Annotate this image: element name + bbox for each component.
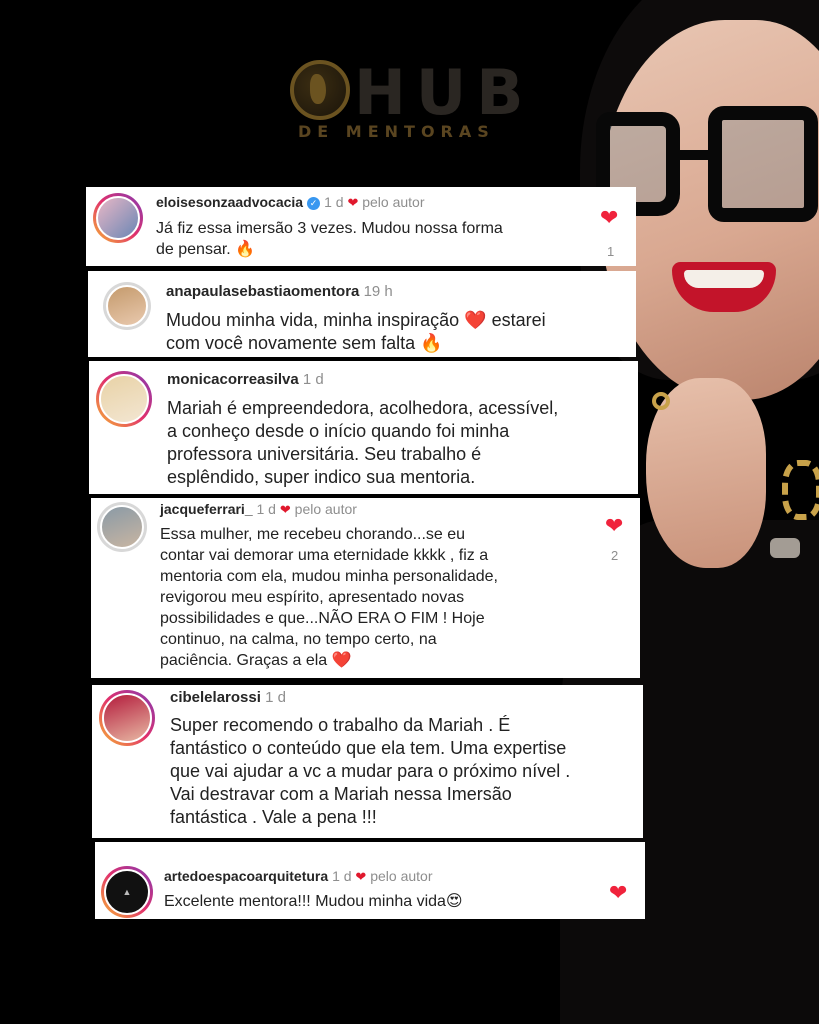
comment-line: Excelente mentora!!! Mudou minha vida😍 [164,893,463,910]
comment-username[interactable]: artedoespacoarquitetura [164,868,328,884]
liked-by-author: pelo autor [362,194,425,210]
comment-username[interactable]: cibelelarossi [170,689,261,706]
comment-line: Super recomendo o trabalho da Mariah . É [170,715,511,735]
liked-by-author: pelo autor [370,868,433,884]
logo-subtitle: DE MENTORAS [298,122,495,141]
comment-card: cibelelarossi 1 d Super recomendo o trab… [92,685,643,838]
avatar[interactable] [97,502,147,552]
comment-line: revigorou meu espírito, apresentado nova… [160,589,465,606]
like-heart-icon[interactable]: ❤ [609,882,627,904]
comment-time: 1 d [324,194,344,210]
like-heart-icon[interactable]: ❤ [600,207,618,229]
like-count: 1 [607,244,615,259]
comment-time: 19 h [363,283,393,300]
comment-line: fantástica . Vale a pena !!! [170,807,377,827]
comment-username[interactable]: jacqueferrari_ [160,501,253,517]
comment-time: 1 d [302,371,324,388]
avatar[interactable] [99,690,155,746]
comment-line: possibilidades e que...NÃO ERA O FIM ! H… [160,610,485,627]
comment-line: mentoria com ela, mudou minha personalid… [160,568,498,585]
comment-line: de pensar. 🔥 [156,241,256,258]
like-heart-icon[interactable]: ❤ [605,515,623,537]
avatar[interactable] [103,282,151,330]
liked-by-author: pelo autor [294,501,357,517]
comment-line: Mudou minha vida, minha inspiração ❤️ es… [166,310,546,330]
comment-line: professora universitária. Seu trabalho é [167,444,482,464]
comment-line: que vai ajudar a vc a mudar para o próxi… [170,761,571,781]
comment-card: ▲ artedoespacoarquitetura 1 d ❤ pelo aut… [95,842,645,919]
avatar[interactable] [93,193,143,243]
comment-line: contar vai demorar uma eternidade kkkk ,… [160,547,489,564]
comment-card: anapaulasebastiaomentora 19 h Mudou minh… [88,271,636,357]
comment-line: Essa mulher, me recebeu chorando...se eu [160,526,466,543]
comment-line: paciência. Graças a ela ❤️ [160,652,352,669]
globe-icon [290,60,350,120]
like-count: 2 [611,548,619,563]
heart-icon: ❤ [347,195,359,210]
comment-card: monicacorreasilva 1 d Mariah é empreende… [89,361,638,494]
verified-badge-icon: ✓ [307,197,321,210]
comment-line: Vai destravar com a Mariah nessa Imersão [170,784,512,804]
avatar[interactable] [96,371,152,427]
comment-line: a conheço desde o início quando foi minh… [167,421,510,441]
hub-logo: HUB DE MENTORAS [290,56,524,148]
comment-card: jacqueferrari_ 1 d ❤ pelo autor Essa mul… [91,498,640,678]
comment-time: 1 d [256,501,276,517]
comment-line: Mariah é empreendedora, acolhedora, aces… [167,398,559,418]
avatar[interactable]: ▲ [101,866,153,918]
logo-word: HUB [354,56,534,129]
comment-line: Já fiz essa imersão 3 vezes. Mudou nossa… [156,220,503,237]
comment-time: 1 d [265,689,286,706]
comment-username[interactable]: monicacorreasilva [167,371,299,388]
comment-time: 1 d [332,868,352,884]
comment-line: fantástico o conteúdo que ela tem. Uma e… [170,738,567,758]
heart-icon: ❤ [279,502,291,517]
heart-icon: ❤ [355,869,367,884]
comment-line: continuo, na calma, no tempo certo, na [160,631,437,648]
comment-line: esplêndido, super indico sua mentoria. [167,467,476,487]
comment-username[interactable]: anapaulasebastiaomentora [166,283,359,300]
comment-username[interactable]: eloisesonzaadvocacia [156,194,303,210]
comment-line: com você novamente sem falta 🔥 [166,333,443,353]
comment-card: eloisesonzaadvocacia ✓ 1 d ❤ pelo autor Já… [86,187,636,266]
